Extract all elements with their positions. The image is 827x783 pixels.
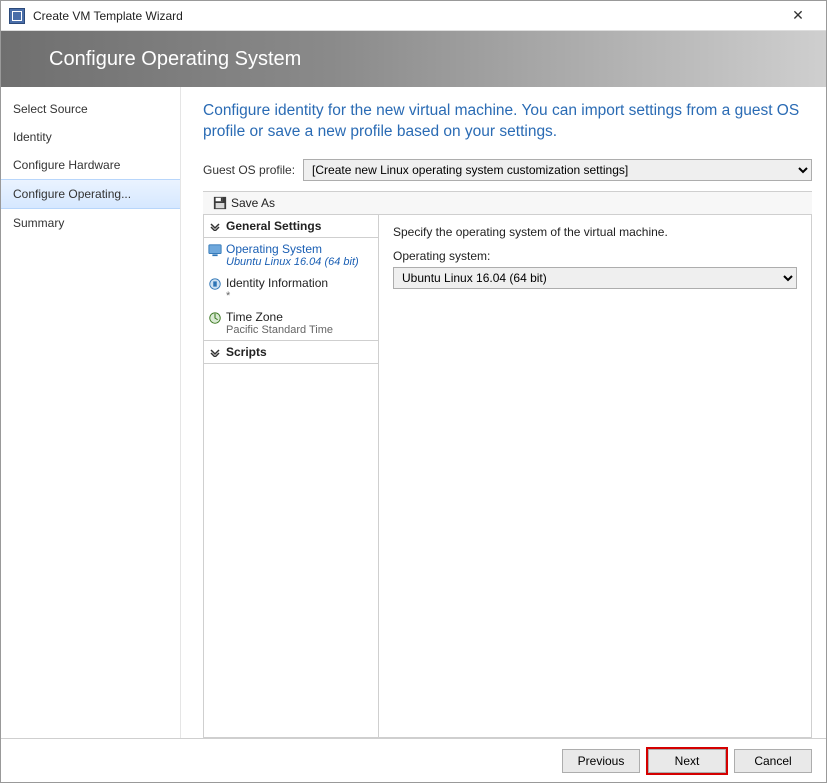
guest-profile-label: Guest OS profile: [203,163,295,177]
tree-item-identity-information[interactable]: Identity Information * [204,272,378,306]
nav-configure-hardware[interactable]: Configure Hardware [1,151,180,179]
titlebar: Create VM Template Wizard ✕ [1,1,826,31]
panes: General Settings Operating System Ubuntu… [203,215,812,738]
nav-configure-operating[interactable]: Configure Operating... [1,179,180,209]
tree-item-time-zone[interactable]: Time Zone Pacific Standard Time [204,306,378,340]
identity-icon [208,277,222,291]
next-button[interactable]: Next [648,749,726,773]
content: Configure identity for the new virtual m… [181,87,826,738]
guest-profile-row: Guest OS profile: [Create new Linux oper… [203,159,812,181]
previous-button[interactable]: Previous [562,749,640,773]
save-as-button[interactable]: Save As [207,194,281,212]
toolbar: Save As [203,191,812,215]
save-as-label: Save As [231,196,275,210]
save-icon [213,196,227,210]
chevron-up-icon [210,221,220,231]
section-general-settings[interactable]: General Settings [204,215,378,238]
tree-item-sub: Ubuntu Linux 16.04 (64 bit) [226,256,372,268]
chevron-up-icon [210,347,220,357]
close-icon[interactable]: ✕ [778,7,818,24]
nav-summary[interactable]: Summary [1,209,180,237]
footer: Previous Next Cancel [1,738,826,782]
settings-tree: General Settings Operating System Ubuntu… [204,215,379,737]
wizard-window: Create VM Template Wizard ✕ Configure Op… [0,0,827,783]
section-header-label: General Settings [226,219,321,233]
tree-item-title: Time Zone [226,310,372,324]
tree-item-title: Operating System [226,242,372,256]
guest-profile-select[interactable]: [Create new Linux operating system custo… [303,159,812,181]
detail-hint: Specify the operating system of the virt… [393,225,797,239]
operating-system-select[interactable]: Ubuntu Linux 16.04 (64 bit) [393,267,797,289]
os-icon [208,243,222,257]
detail-pane: Specify the operating system of the virt… [379,215,811,737]
intro-text: Configure identity for the new virtual m… [203,101,812,143]
window-title: Create VM Template Wizard [33,9,778,23]
tree-item-sub: Pacific Standard Time [226,324,372,336]
tree-item-operating-system[interactable]: Operating System Ubuntu Linux 16.04 (64 … [204,238,378,272]
app-icon [9,8,25,24]
tree-item-sub: * [226,290,372,302]
timezone-icon [208,311,222,325]
os-field-label: Operating system: [393,249,797,263]
nav-select-source[interactable]: Select Source [1,95,180,123]
body: Select Source Identity Configure Hardwar… [1,87,826,738]
banner-title: Configure Operating System [49,48,301,71]
section-header-label: Scripts [226,345,267,359]
cancel-button[interactable]: Cancel [734,749,812,773]
wizard-nav: Select Source Identity Configure Hardwar… [1,87,181,738]
nav-identity[interactable]: Identity [1,123,180,151]
banner: Configure Operating System [1,31,826,87]
tree-item-title: Identity Information [226,276,372,290]
section-scripts[interactable]: Scripts [204,340,378,364]
